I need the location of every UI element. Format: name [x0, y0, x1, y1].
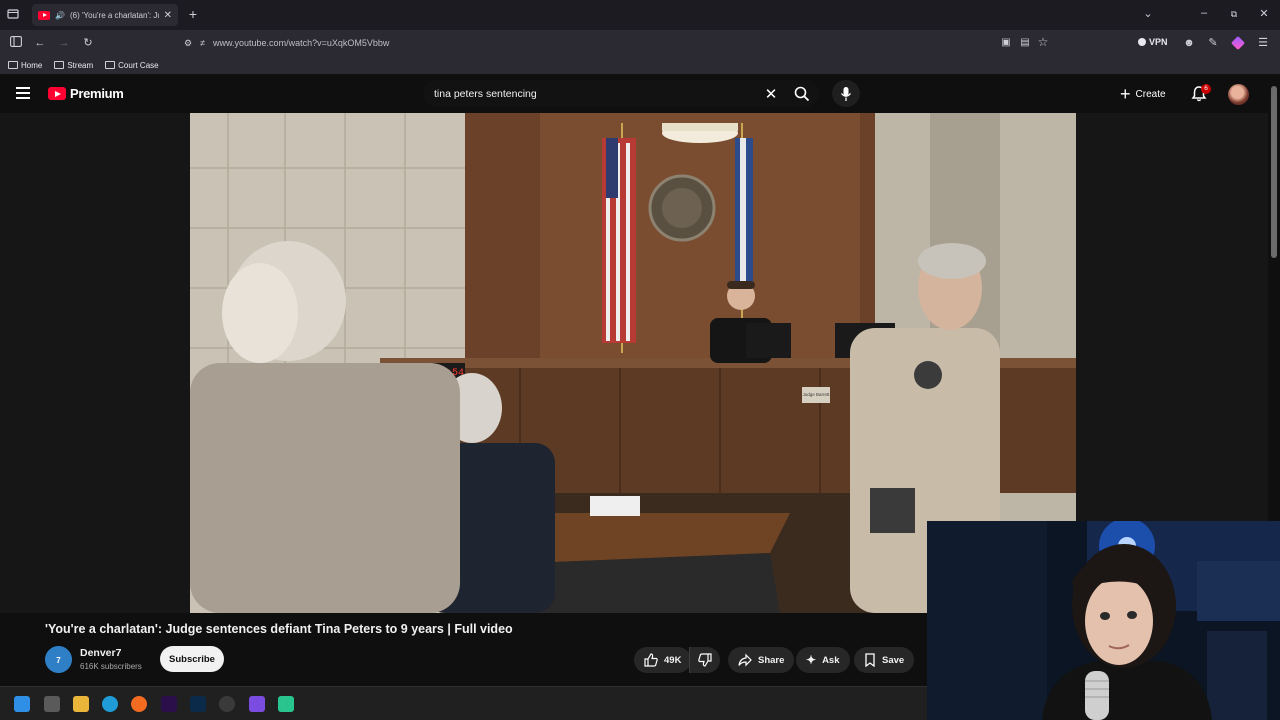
vpn-button[interactable]: VPN	[1138, 37, 1168, 47]
extensions-icon[interactable]: ✎	[1206, 36, 1220, 50]
thumbs-down-icon	[698, 653, 712, 667]
notification-count-badge: 6	[1201, 84, 1211, 94]
sparkle-icon: ✦	[806, 653, 817, 667]
channel-avatar[interactable]: 7	[45, 646, 72, 673]
tab-title: (6) 'You're a charlatan': Judg	[69, 10, 159, 20]
folder-icon	[8, 61, 18, 69]
browser-nav-bar: ← → ↻ ⚙ ≠ www.youtube.com/watch?v=uXqkOM…	[0, 30, 1280, 56]
restore-icon[interactable]: ⧉	[1227, 7, 1241, 21]
thumbs-up-icon	[644, 653, 658, 667]
premiere-pro-icon[interactable]	[161, 696, 177, 712]
site-info-icon[interactable]: ⚙	[184, 38, 192, 49]
forward-icon[interactable]: →	[57, 36, 71, 50]
firefox-icon[interactable]	[131, 696, 147, 712]
new-tab-icon[interactable]: +	[186, 7, 200, 21]
obs-icon[interactable]	[219, 696, 235, 712]
bookmark-home[interactable]: Home	[8, 61, 42, 70]
bookmark-court-case[interactable]: Court Case	[105, 60, 159, 70]
youtube-logo[interactable]: Premium	[48, 86, 124, 101]
search-query[interactable]: tina peters sentencing	[434, 88, 757, 100]
logo-text: Premium	[70, 86, 124, 101]
bookmarks-bar: Home Stream Court Case	[0, 56, 1280, 75]
plus-icon: +	[1120, 84, 1131, 104]
tab-list-icon[interactable]	[7, 8, 19, 24]
url-text[interactable]: www.youtube.com/watch?v=uXqkOM5Vbbw	[213, 38, 389, 48]
extension-diamond-icon[interactable]	[1230, 35, 1246, 51]
task-view-icon[interactable]	[44, 696, 60, 712]
bookmark-label: Court Case	[118, 60, 159, 70]
folder-icon	[54, 61, 65, 69]
browser-tab-active[interactable]: 🔊 (6) 'You're a charlatan': Judg ✕	[32, 4, 178, 26]
create-label: Create	[1135, 88, 1166, 100]
hamburger-menu-icon[interactable]	[16, 87, 30, 99]
channel-name[interactable]: Denver7	[80, 647, 121, 659]
back-icon[interactable]: ←	[33, 36, 47, 50]
ask-label: Ask	[822, 654, 840, 666]
share-button[interactable]: Share	[728, 647, 795, 673]
bookmark-stream[interactable]: Stream	[54, 61, 93, 70]
dislike-button[interactable]	[689, 647, 720, 673]
subscribe-button[interactable]: Subscribe	[160, 646, 224, 672]
reload-icon[interactable]: ↻	[81, 36, 95, 50]
clear-search-icon[interactable]: ✕	[757, 85, 785, 103]
account-icon[interactable]: ☻	[1182, 36, 1196, 50]
ask-button[interactable]: ✦ Ask	[796, 647, 850, 673]
reader-view-icon[interactable]: ▤	[1018, 36, 1032, 50]
youtube-favicon-icon	[38, 10, 50, 20]
youtube-header: Premium tina peters sentencing ✕ + Creat…	[0, 75, 1280, 113]
bookmark-icon	[865, 653, 875, 667]
search-icon	[794, 86, 810, 101]
address-bar[interactable]: ⚙ ≠ www.youtube.com/watch?v=uXqkOM5Vbbw	[178, 33, 1058, 53]
share-icon	[738, 653, 752, 667]
tab-close-icon[interactable]: ✕	[164, 10, 172, 21]
windows-taskbar	[0, 686, 927, 720]
folder-icon	[105, 61, 116, 69]
vpn-shield-icon	[1138, 38, 1146, 46]
like-count: 49K	[664, 654, 682, 666]
bookmark-label: Stream	[67, 60, 94, 70]
webcam-overlay	[927, 521, 1280, 720]
browser-tab-bar: 🔊 (6) 'You're a charlatan': Judg ✕ + ⌄ –…	[0, 0, 1280, 30]
bookmark-label: Home	[21, 60, 43, 70]
edge-browser-icon[interactable]	[102, 696, 118, 712]
vpn-label: VPN	[1149, 37, 1168, 47]
video-title: 'You're a charlatan': Judge sentences de…	[45, 622, 513, 636]
create-button[interactable]: + Create	[1120, 83, 1166, 105]
menu-icon[interactable]: ☰	[1256, 36, 1270, 50]
save-label: Save	[882, 654, 905, 666]
search-button[interactable]	[785, 80, 819, 107]
youtube-play-icon	[48, 87, 66, 100]
microphone-icon	[840, 86, 852, 101]
sidebar-toggle-icon[interactable]	[9, 36, 23, 51]
app-icon[interactable]	[249, 696, 265, 712]
share-label: Share	[758, 654, 785, 666]
speaker-icon[interactable]: 🔊	[55, 11, 65, 20]
tracking-protection-icon[interactable]: ≠	[200, 38, 205, 48]
file-explorer-icon[interactable]	[73, 696, 89, 712]
search-input[interactable]: tina peters sentencing ✕	[423, 80, 785, 107]
window-close-icon[interactable]: ✕	[1257, 7, 1271, 21]
judge-placard: Judge Barrett	[802, 392, 830, 397]
photoshop-icon[interactable]	[190, 696, 206, 712]
windows-start-icon[interactable]	[14, 696, 30, 712]
like-button[interactable]: 49K	[634, 647, 692, 673]
bookmark-star-icon[interactable]: ☆	[1036, 35, 1050, 49]
voice-search-button[interactable]	[832, 80, 860, 107]
chevron-down-icon[interactable]: ⌄	[1141, 7, 1155, 21]
subscriber-count: 616K subscribers	[80, 662, 142, 671]
chat-app-icon[interactable]	[278, 696, 294, 712]
save-button[interactable]: Save	[854, 647, 915, 673]
screenshot-icon[interactable]: ▣	[999, 36, 1013, 50]
user-avatar[interactable]	[1228, 84, 1249, 105]
minimize-icon[interactable]: –	[1197, 6, 1211, 20]
svg-text:7: 7	[56, 656, 61, 665]
scrollbar-thumb[interactable]	[1271, 86, 1277, 258]
